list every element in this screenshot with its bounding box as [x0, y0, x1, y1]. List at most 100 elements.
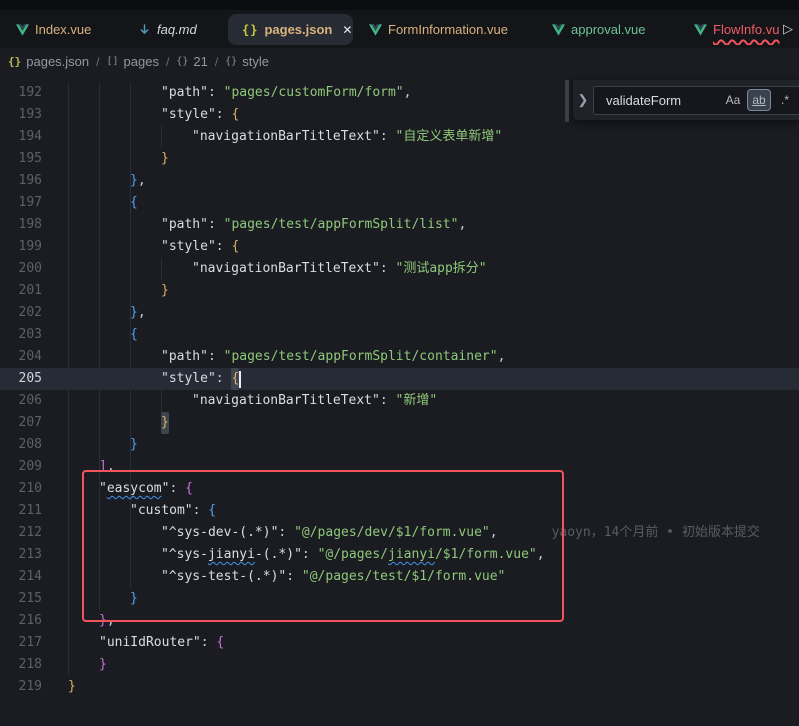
code-line-208[interactable]: 208} [0, 434, 799, 456]
find-option-whole-word[interactable]: ab [748, 90, 770, 110]
breadcrumb-label: pages [124, 54, 159, 69]
tab-bar: Index.vue faq.md {}pages.json✕ FormInformat… [0, 10, 799, 48]
code-token: } [99, 654, 107, 676]
code-line-211[interactable]: 211"custom": { [0, 500, 799, 522]
line-number[interactable]: 197 [0, 192, 42, 214]
line-number[interactable]: 219 [0, 676, 42, 698]
find-input[interactable] [594, 93, 721, 108]
find-input-box: Aaab.* [593, 86, 799, 115]
code-line-195[interactable]: 195} [0, 148, 799, 170]
code-token: "navigationBarTitleText" [192, 258, 380, 280]
tab-pages-json[interactable]: {}pages.json✕ [228, 14, 353, 45]
indent [68, 390, 192, 412]
code-token: : [302, 544, 318, 566]
line-number[interactable]: 210 [0, 478, 42, 500]
line-number[interactable]: 194 [0, 126, 42, 148]
breadcrumb-item-pages-json[interactable]: {}pages.json [8, 54, 89, 69]
find-expand-chevron[interactable]: ❯ [573, 92, 593, 108]
line-number[interactable]: 211 [0, 500, 42, 522]
tab-faq-md[interactable]: faq.md [124, 14, 213, 45]
line-number[interactable]: 206 [0, 390, 42, 412]
line-number[interactable]: 217 [0, 632, 42, 654]
code-line-218[interactable]: 218} [0, 654, 799, 676]
code-line-217[interactable]: 217"uniIdRouter": { [0, 632, 799, 654]
line-number[interactable]: 209 [0, 456, 42, 478]
close-icon[interactable]: ✕ [342, 24, 352, 36]
tab-index-vue[interactable]: Index.vue [2, 14, 106, 45]
indent [68, 588, 130, 610]
code-line-198[interactable]: 198"path": "pages/test/appFormSplit/list… [0, 214, 799, 236]
code-editor[interactable]: 192"path": "pages/customForm/form",193"s… [0, 75, 799, 726]
find-option-match-case[interactable]: Aa [722, 90, 744, 110]
code-line-214[interactable]: 214"^sys-test-(.*)": "@/pages/test/$1/fo… [0, 566, 799, 588]
breadcrumb-item-21[interactable]: {}21 [176, 54, 208, 69]
code-token: , [138, 170, 146, 192]
text-cursor [239, 371, 241, 388]
line-number[interactable]: 205 [0, 368, 42, 390]
line-number[interactable]: 198 [0, 214, 42, 236]
breadcrumb-item-style[interactable]: {}style [225, 54, 269, 69]
code-token: : [216, 236, 232, 258]
code-line-196[interactable]: 196}, [0, 170, 799, 192]
code-line-212[interactable]: 212"^sys-dev-(.*)": "@/pages/dev/$1/form… [0, 522, 799, 544]
tab-label: FlowInfo.vu [713, 22, 779, 37]
code-line-207[interactable]: 207} [0, 412, 799, 434]
code-line-199[interactable]: 199"style": { [0, 236, 799, 258]
run-button[interactable]: ▷ [783, 10, 793, 48]
code-line-203[interactable]: 203{ [0, 324, 799, 346]
code-token: } [130, 434, 138, 456]
tab-label: FormInformation.vue [388, 22, 508, 37]
line-number[interactable]: 212 [0, 522, 42, 544]
tab-approval-vue[interactable]: approval.vue [538, 14, 666, 45]
code-line-209[interactable]: 209], [0, 456, 799, 478]
line-number[interactable]: 193 [0, 104, 42, 126]
indent [68, 544, 161, 566]
code-line-215[interactable]: 215} [0, 588, 799, 610]
code-line-213[interactable]: 213"^sys-jianyi-(.*)": "@/pages/jianyi/$… [0, 544, 799, 566]
line-number[interactable]: 216 [0, 610, 42, 632]
line-number[interactable]: 218 [0, 654, 42, 676]
code-line-216[interactable]: 216}, [0, 610, 799, 632]
vscode-window: Index.vuefaq.md{}pages.json✕FormInformat… [0, 0, 799, 726]
tab-label: approval.vue [571, 22, 645, 37]
code-token: } [161, 148, 169, 170]
line-number[interactable]: 202 [0, 302, 42, 324]
line-number[interactable]: 200 [0, 258, 42, 280]
code-line-202[interactable]: 202}, [0, 302, 799, 324]
line-number[interactable]: 201 [0, 280, 42, 302]
find-widget-sash[interactable] [565, 80, 569, 122]
code-line-200[interactable]: 200"navigationBarTitleText": "测试app拆分" [0, 258, 799, 280]
line-number[interactable]: 208 [0, 434, 42, 456]
line-number[interactable]: 203 [0, 324, 42, 346]
code-line-206[interactable]: 206"navigationBarTitleText": "新增" [0, 390, 799, 412]
code-line-194[interactable]: 194"navigationBarTitleText": "自定义表单新增" [0, 126, 799, 148]
code-line-205[interactable]: 205"style": { [0, 368, 799, 390]
indent [68, 456, 99, 478]
code-line-219[interactable]: 219} [0, 676, 799, 698]
line-number[interactable]: 213 [0, 544, 42, 566]
tab-flowinfo-vu[interactable]: FlowInfo.vu [680, 14, 792, 45]
line-number[interactable]: 215 [0, 588, 42, 610]
line-number[interactable]: 199 [0, 236, 42, 258]
code-token: "path" [161, 346, 208, 368]
line-number[interactable]: 195 [0, 148, 42, 170]
code-token: "navigationBarTitleText" [192, 126, 380, 148]
code-token: "@/pages/dev/$1/form.vue" [294, 522, 490, 544]
find-option-regex[interactable]: .* [774, 90, 796, 110]
indent [68, 632, 99, 654]
tab-forminformation-vue[interactable]: FormInformation.vue [355, 14, 529, 45]
code-line-204[interactable]: 204"path": "pages/test/appFormSplit/cont… [0, 346, 799, 368]
indent [68, 324, 130, 346]
code-token: "style" [161, 236, 216, 258]
code-line-201[interactable]: 201} [0, 280, 799, 302]
array-symbol-icon: [] [106, 56, 118, 67]
code-line-210[interactable]: 210"easycom": { [0, 478, 799, 500]
code-token: "pages/test/appFormSplit/list" [224, 214, 459, 236]
line-number[interactable]: 192 [0, 82, 42, 104]
breadcrumb-item-pages[interactable]: [] pages [106, 54, 158, 69]
line-number[interactable]: 207 [0, 412, 42, 434]
line-number[interactable]: 204 [0, 346, 42, 368]
line-number[interactable]: 214 [0, 566, 42, 588]
code-line-197[interactable]: 197{ [0, 192, 799, 214]
line-number[interactable]: 196 [0, 170, 42, 192]
